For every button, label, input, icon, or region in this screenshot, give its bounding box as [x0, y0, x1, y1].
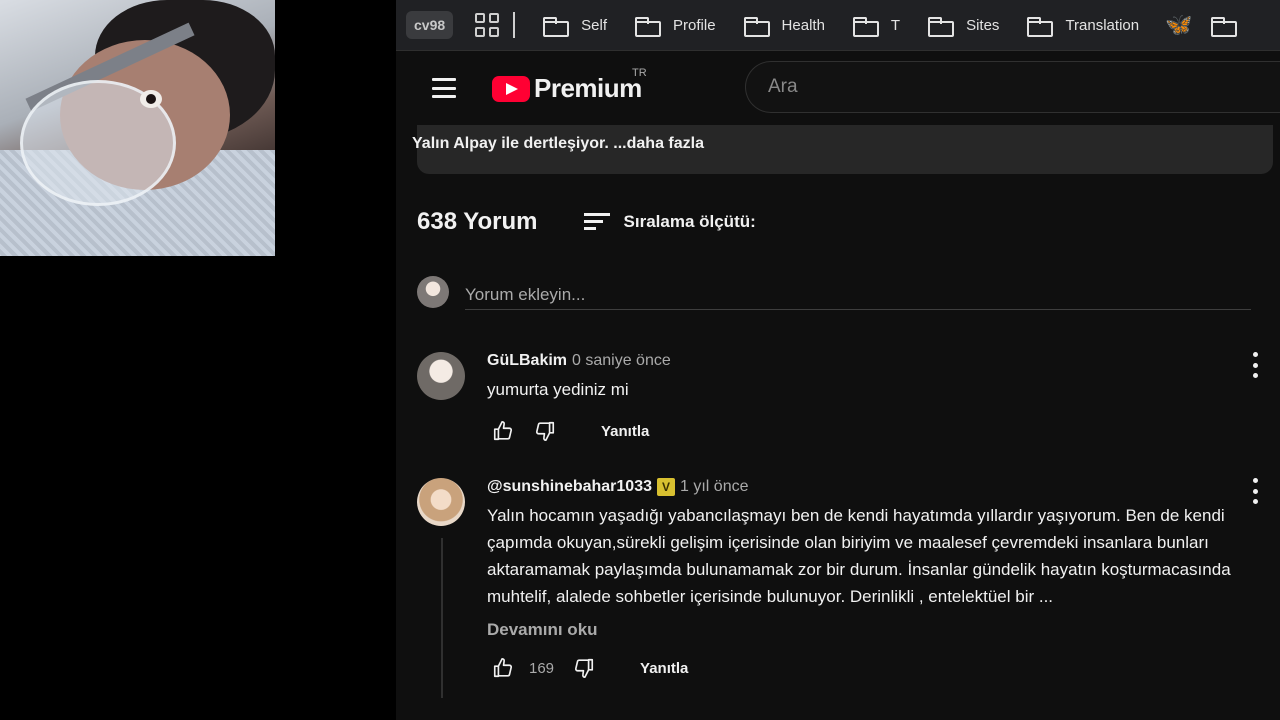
- comment-menu-icon[interactable]: [1243, 352, 1267, 378]
- comment-text: Yalın hocamın yaşadığı yabancılaşmayı be…: [487, 506, 1231, 606]
- folder-icon: [852, 15, 879, 37]
- thumb-up-icon: [493, 421, 513, 441]
- comment-time[interactable]: 1 yıl önce: [680, 478, 748, 496]
- description-snippet: Yalın Alpay ile dertleşiyor.: [412, 135, 609, 152]
- comment-actions: 169 Yanıtla: [487, 654, 1267, 682]
- description-text: Yalın Alpay ile dertleşiyor. ...daha faz…: [412, 135, 704, 153]
- thumb-down-icon: [574, 658, 594, 678]
- bookmark-label: Translation: [1065, 16, 1140, 34]
- comment-text: yumurta yediniz mi: [487, 380, 629, 399]
- folder-icon: [1027, 15, 1054, 37]
- comment-time[interactable]: 0 saniye önce: [572, 352, 671, 370]
- sort-label: Sıralama ölçütü:: [623, 212, 756, 231]
- comment-body: GüLBakim 0 saniye önce yumurta yediniz m…: [487, 352, 1267, 445]
- add-comment-input[interactable]: [465, 281, 1251, 310]
- reply-button[interactable]: Yanıtla: [601, 423, 649, 440]
- search-box[interactable]: [745, 61, 1280, 113]
- folder-icon: [743, 15, 770, 37]
- sort-button[interactable]: Sıralama ölçütü:: [583, 212, 756, 232]
- logo-text: Premium: [534, 73, 642, 103]
- comment-header: GüLBakim 0 saniye önce: [487, 352, 1267, 370]
- comment-item: @sunshinebahar1033 V 1 yıl önce Yalın ho…: [417, 478, 1277, 718]
- dislike-button[interactable]: [568, 654, 600, 682]
- bookmark-label: Profile: [673, 16, 716, 34]
- bookmark-label: Sites: [966, 16, 1000, 34]
- bookmark-label: T: [890, 16, 901, 34]
- bookmark-folder-profile[interactable]: Profile: [635, 15, 716, 37]
- bookmark-folder-translation[interactable]: Translation: [1027, 15, 1140, 37]
- bookmark-profile-chip[interactable]: cv98: [406, 11, 454, 39]
- youtube-premium-logo[interactable]: Premium TR: [492, 67, 647, 104]
- bookmark-folder-sites[interactable]: Sites: [928, 15, 1000, 37]
- thumb-up-icon: [493, 658, 513, 678]
- dislike-button[interactable]: [529, 417, 561, 445]
- youtube-play-icon: [492, 75, 530, 102]
- read-more-link[interactable]: Devamını oku: [487, 620, 1267, 640]
- webcam-overlay: [0, 0, 275, 256]
- bookmark-folder-t[interactable]: T: [852, 15, 901, 37]
- bluesky-butterfly-icon[interactable]: 🦋: [1165, 14, 1192, 36]
- comment-body: @sunshinebahar1033 V 1 yıl önce Yalın ho…: [487, 478, 1267, 682]
- comment-header: @sunshinebahar1033 V 1 yıl önce: [487, 478, 1267, 496]
- folder-icon: [543, 15, 570, 37]
- comment-author[interactable]: GüLBakim: [487, 352, 567, 370]
- bookmarks-bar: cv98 Self Profile Health T Sites Transla…: [396, 0, 1280, 51]
- comments-header: 638 Yorum Sıralama ölçütü:: [417, 208, 756, 236]
- show-more-link[interactable]: ...daha fazla: [613, 135, 704, 152]
- bookmark-separator: [513, 12, 516, 38]
- like-count: 169: [529, 659, 555, 677]
- comment-item: GüLBakim 0 saniye önce yumurta yediniz m…: [417, 352, 1277, 452]
- bookmark-folder-health[interactable]: Health: [743, 15, 825, 37]
- add-comment-box: [417, 276, 1251, 316]
- user-avatar: [417, 276, 449, 308]
- browser-window: cv98 Self Profile Health T Sites Transla…: [396, 0, 1280, 720]
- youtube-page: Yalın Alpay ile dertleşiyor. ...daha faz…: [396, 51, 1280, 720]
- member-badge-icon: V: [657, 478, 675, 496]
- bookmark-folder-self[interactable]: Self: [543, 15, 608, 37]
- folder-icon: [635, 15, 662, 37]
- menu-icon[interactable]: [432, 78, 456, 98]
- logo-country-code: TR: [632, 67, 647, 79]
- apps-grid-icon[interactable]: [475, 13, 500, 37]
- masthead: Premium TR: [396, 51, 1280, 125]
- bookmark-label: Self: [581, 16, 608, 34]
- webcam-eye: [140, 90, 162, 108]
- search-input[interactable]: [766, 75, 1250, 99]
- bookmark-folder-overflow[interactable]: [1210, 15, 1249, 37]
- comment-count: 638 Yorum: [417, 208, 538, 235]
- folder-icon: [1210, 15, 1237, 37]
- reply-button[interactable]: Yanıtla: [640, 660, 688, 677]
- thread-line: [441, 538, 443, 698]
- like-button[interactable]: [487, 417, 519, 445]
- folder-icon: [928, 15, 955, 37]
- comment-author[interactable]: @sunshinebahar1033: [487, 478, 652, 496]
- avatar[interactable]: [417, 352, 465, 400]
- thumb-down-icon: [535, 421, 555, 441]
- bookmark-label: Health: [781, 16, 825, 34]
- comment-menu-icon[interactable]: [1243, 478, 1267, 504]
- comment-actions: Yanıtla: [487, 417, 1267, 445]
- like-button[interactable]: [487, 654, 519, 682]
- avatar[interactable]: [417, 478, 465, 526]
- sort-icon: [583, 213, 610, 231]
